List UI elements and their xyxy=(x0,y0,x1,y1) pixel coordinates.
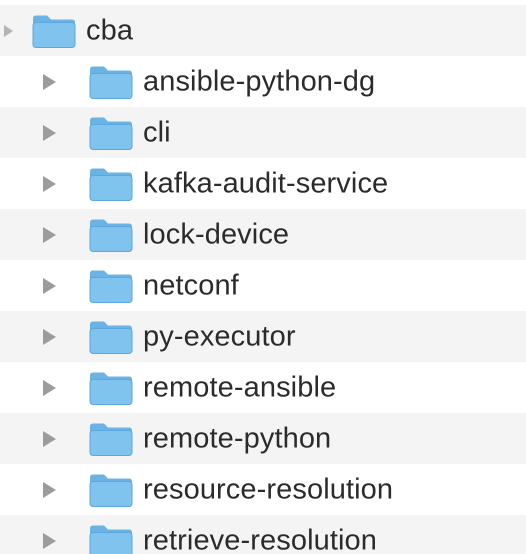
chevron-right-icon[interactable] xyxy=(43,328,56,345)
chevron-right-icon[interactable] xyxy=(43,532,56,549)
folder-label: lock-device xyxy=(143,218,290,250)
chevron-right-icon[interactable] xyxy=(43,481,56,498)
chevron-down-icon[interactable] xyxy=(4,24,13,37)
tree-row-resource-resolution[interactable]: resource-resolution xyxy=(0,464,526,515)
tree-row-lock-device[interactable]: lock-device xyxy=(0,209,526,260)
folder-label-cba: cba xyxy=(86,14,134,46)
folder-icon xyxy=(88,471,134,508)
folder-icon xyxy=(88,522,134,554)
folder-label: resource-resolution xyxy=(143,473,394,505)
tree-row-remote-ansible[interactable]: remote-ansible xyxy=(0,362,526,413)
tree-row-netconf[interactable]: netconf xyxy=(0,260,526,311)
folder-label: retrieve-resolution xyxy=(143,524,377,554)
chevron-right-icon[interactable] xyxy=(43,430,56,447)
chevron-right-icon[interactable] xyxy=(43,226,56,243)
folder-label: ansible-python-dg xyxy=(143,65,376,97)
folder-icon xyxy=(88,216,134,253)
folder-icon xyxy=(88,369,134,406)
tree-row-cba[interactable]: cba xyxy=(0,5,526,56)
chevron-right-icon[interactable] xyxy=(43,124,56,141)
folder-icon xyxy=(88,318,134,355)
chevron-right-icon[interactable] xyxy=(43,73,56,90)
folder-icon xyxy=(88,63,134,100)
tree-row-kafka-audit-service[interactable]: kafka-audit-service xyxy=(0,158,526,209)
folder-icon xyxy=(88,165,134,202)
tree-row-py-executor[interactable]: py-executor xyxy=(0,311,526,362)
folder-label: kafka-audit-service xyxy=(143,167,389,199)
folder-icon xyxy=(31,12,77,49)
tree-row-cli[interactable]: cli xyxy=(0,107,526,158)
chevron-right-icon[interactable] xyxy=(43,379,56,396)
folder-label: remote-ansible xyxy=(143,371,337,403)
folder-label: cli xyxy=(143,116,171,148)
folder-label: py-executor xyxy=(143,320,296,352)
folder-icon xyxy=(88,267,134,304)
folder-label: netconf xyxy=(143,269,239,301)
tree-row-ansible-python-dg[interactable]: ansible-python-dg xyxy=(0,56,526,107)
tree-row-retrieve-resolution[interactable]: retrieve-resolution xyxy=(0,515,526,554)
folder-tree: cba ansible-python-dg cli kafka-audit-se… xyxy=(0,0,526,554)
folder-icon xyxy=(88,114,134,151)
folder-icon xyxy=(88,420,134,457)
chevron-right-icon[interactable] xyxy=(43,175,56,192)
folder-label: remote-python xyxy=(143,422,332,454)
chevron-right-icon[interactable] xyxy=(43,277,56,294)
tree-row-remote-python[interactable]: remote-python xyxy=(0,413,526,464)
